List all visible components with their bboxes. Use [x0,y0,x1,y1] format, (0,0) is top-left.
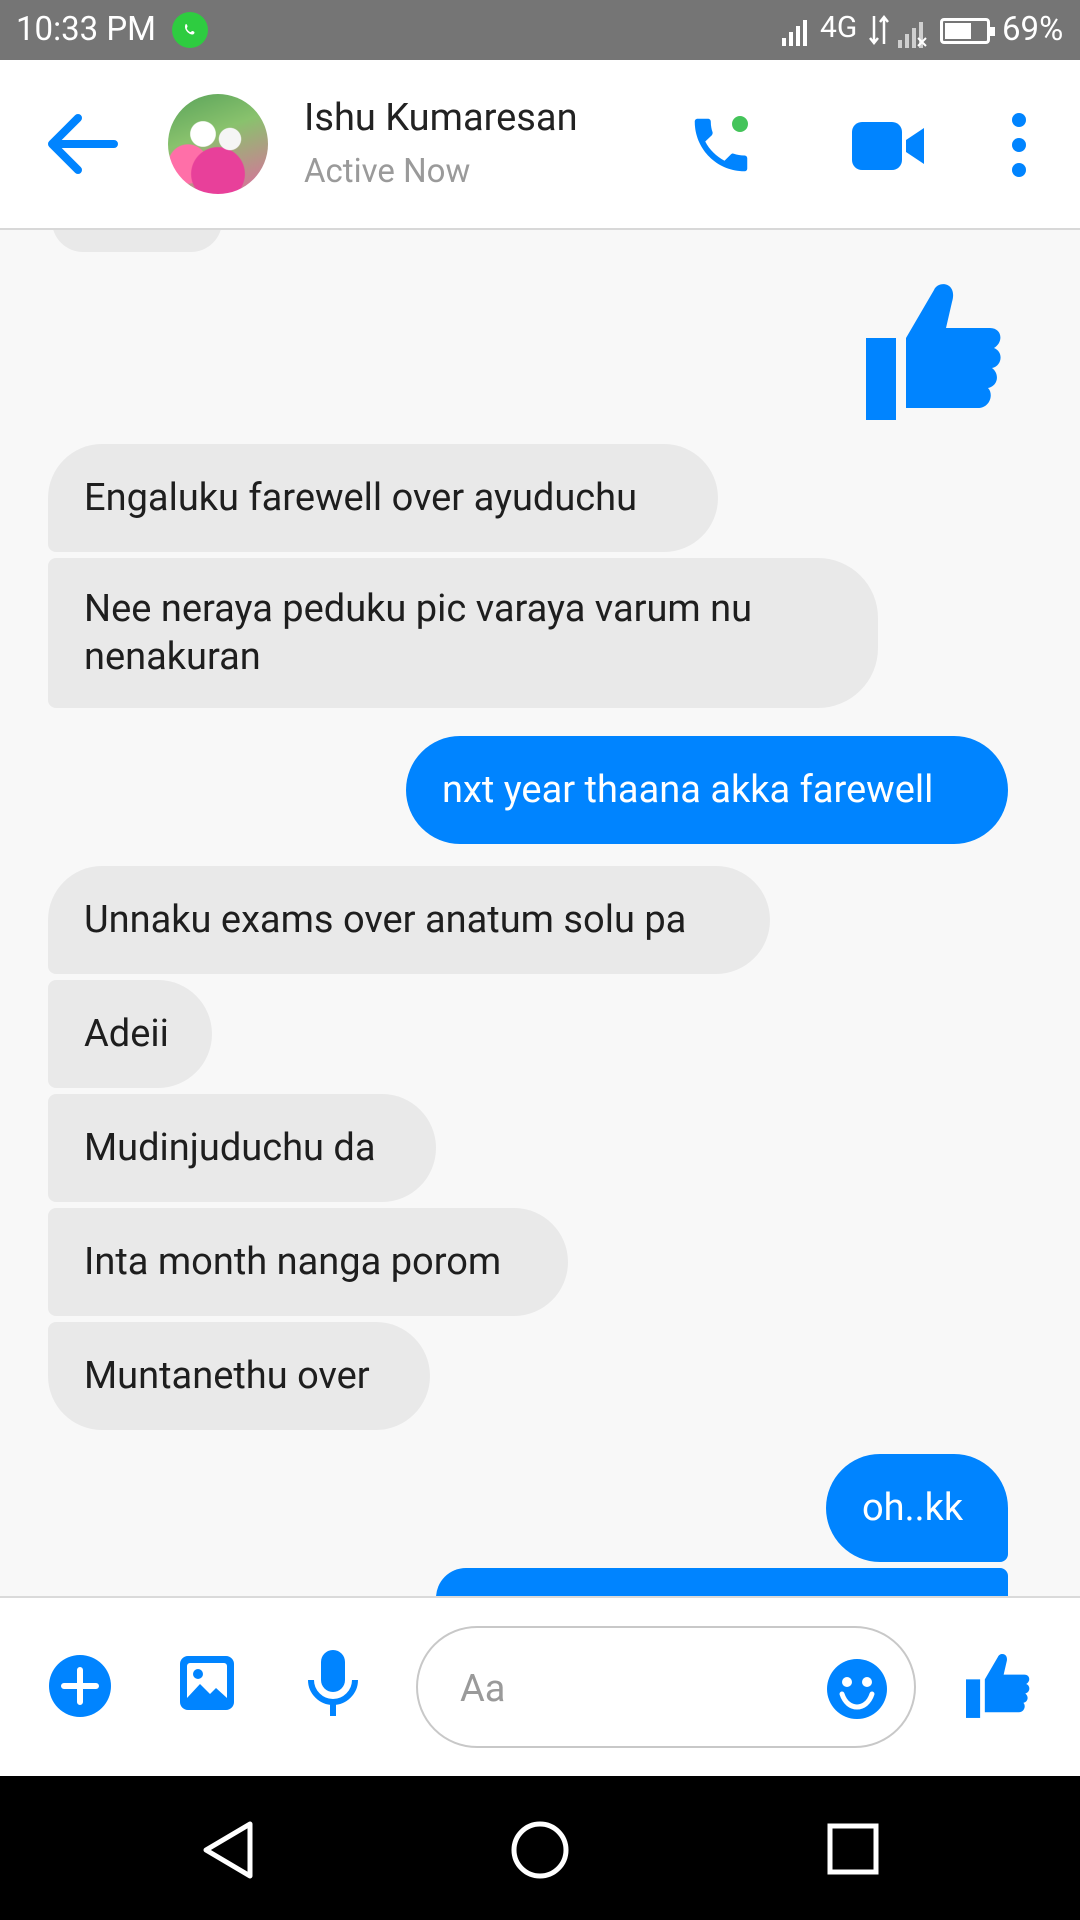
message-bubble-received[interactable]: Adeii [48,980,212,1088]
online-indicator [732,116,748,132]
message-text: Adeii [84,1012,169,1056]
video-camera-icon [852,122,924,170]
message-bubble-sent[interactable]: nxt year thaana akka farewell [406,736,1008,844]
message-bubble-received[interactable]: Unnaku exams over anatum solu pa [48,866,770,974]
message-text: Mudinjuduchu da [84,1126,376,1170]
contact-name[interactable]: Ishu Kumaresan [304,96,578,140]
message-bubble-received[interactable]: Engaluku farewell over ayuduchu [48,444,718,552]
microphone-icon [308,1650,358,1716]
voice-message-button[interactable] [306,1648,360,1724]
message-text: Nee neraya peduku pic varaya varum nu ne… [84,587,753,679]
message-bubble-received[interactable]: Mudinjuduchu da [48,1094,436,1202]
emoji-icon [827,1659,887,1719]
message-text: Unnaku exams over anatum solu pa [84,898,687,942]
battery-percent: 69% [1002,10,1064,49]
partial-message-bubble-sent [436,1568,1008,1596]
message-text: Inta month nanga porom [84,1240,502,1284]
partial-message-bubble [52,230,222,252]
send-like-button[interactable] [966,1650,1030,1724]
nav-home-icon[interactable] [510,1820,570,1880]
message-text: Muntanethu over [84,1354,370,1398]
system-navigation-bar [0,1776,1080,1920]
more-options-button[interactable] [1004,112,1034,178]
whatsapp-notification-icon [172,12,208,48]
plus-icon [49,1655,111,1717]
gallery-button[interactable] [178,1654,236,1716]
message-text: nxt year thaana akka farewell [442,768,934,812]
nav-recents-icon[interactable] [826,1822,880,1876]
status-bar: 10:33 PM 4G 69% [0,0,1080,60]
back-arrow-icon [48,114,118,174]
message-bubble-received[interactable]: Muntanethu over [48,1322,430,1430]
nav-back-icon[interactable] [200,1820,256,1880]
contact-active-status: Active Now [304,152,471,191]
message-input[interactable] [458,1658,802,1720]
message-text: oh..kk [862,1486,964,1530]
more-actions-button[interactable] [48,1654,112,1722]
message-bubble-sent[interactable]: oh..kk [826,1454,1008,1562]
signal-2-icon [898,18,928,57]
message-text: Engaluku farewell over ayuduchu [84,476,638,520]
data-arrows-icon [868,14,890,55]
message-composer [0,1596,1080,1778]
network-type: 4G [820,10,858,45]
emoji-button[interactable] [826,1658,888,1720]
back-button[interactable] [44,110,122,178]
more-vertical-icon [1012,113,1026,177]
sent-like-sticker[interactable] [866,280,1002,420]
conversation-header: Ishu Kumaresan Active Now [0,60,1080,230]
signal-icon [782,16,812,55]
video-call-button[interactable] [850,118,928,174]
thumbs-up-icon [866,284,1001,420]
contact-avatar[interactable] [168,94,268,194]
status-time: 10:33 PM [16,10,156,49]
battery-icon [940,18,995,44]
thumbs-up-icon [966,1654,1030,1718]
message-bubble-received[interactable]: Inta month nanga porom [48,1208,568,1316]
message-input-wrapper [416,1626,916,1748]
message-bubble-received[interactable]: Nee neraya peduku pic varaya varum nu ne… [48,558,878,708]
image-icon [180,1656,234,1710]
message-list[interactable]: Engaluku farewell over ayuduchu Nee nera… [0,230,1080,1596]
